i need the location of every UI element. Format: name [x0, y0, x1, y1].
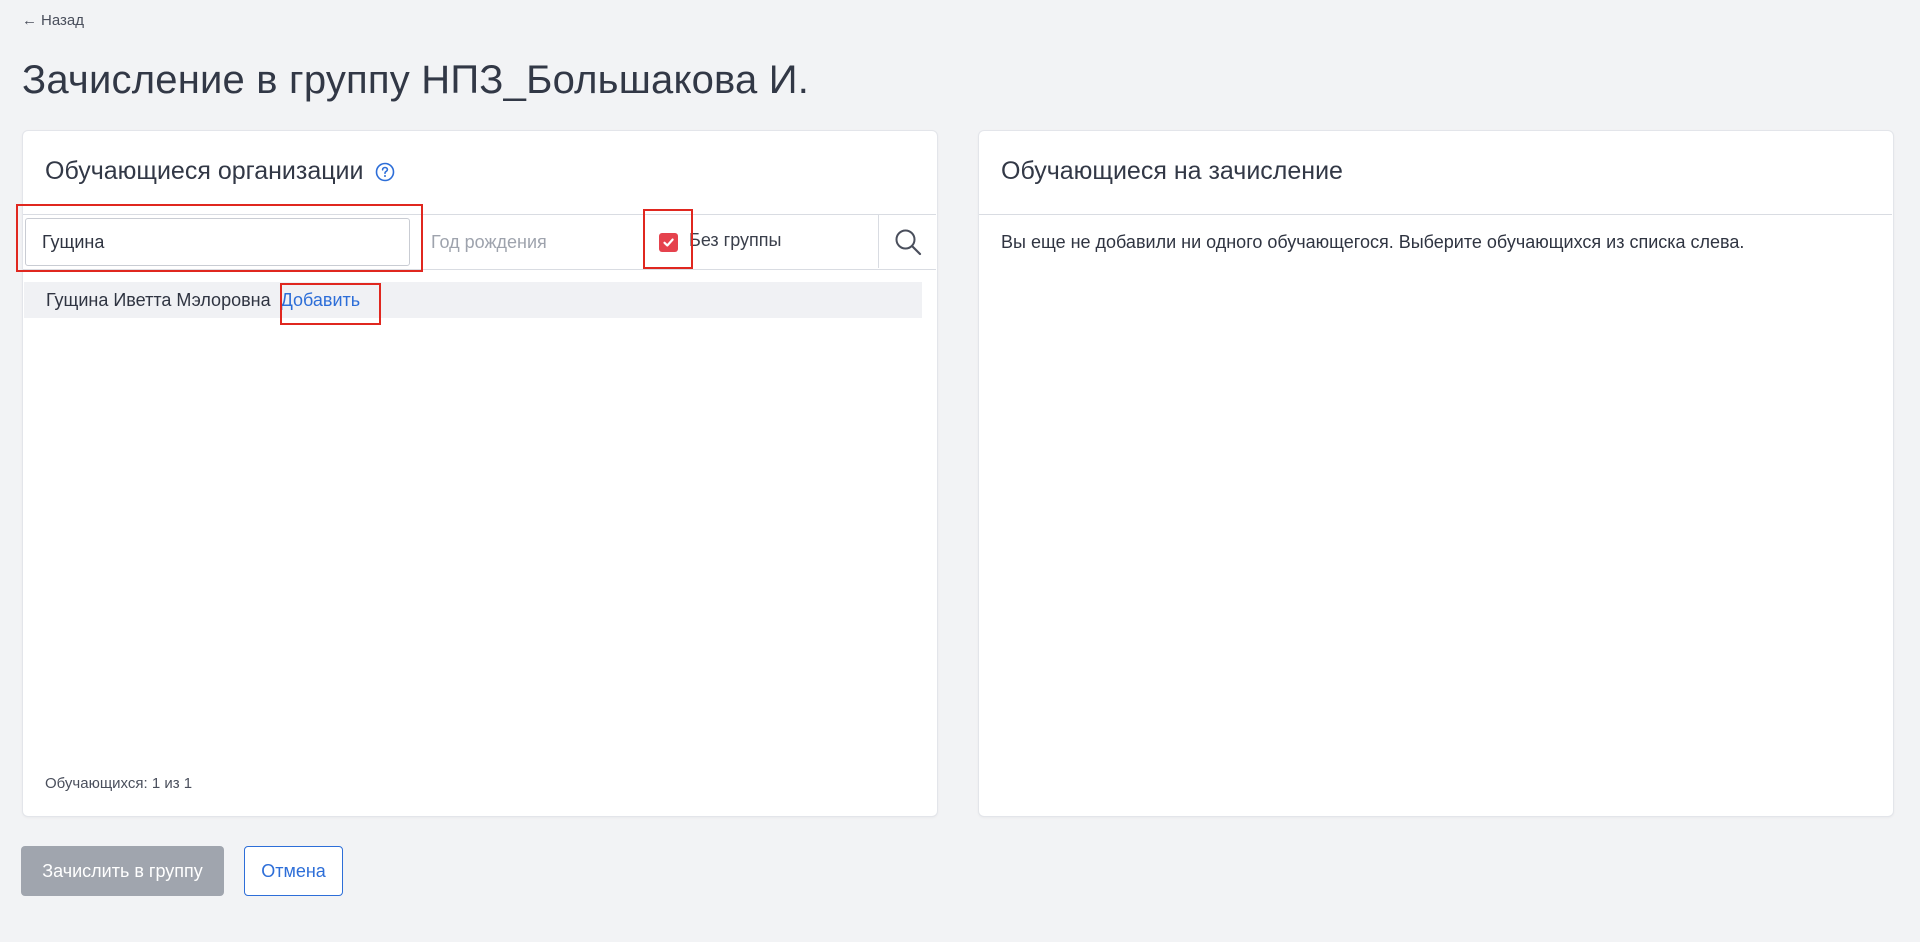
no-group-label: Без группы [689, 230, 782, 250]
search-icon [895, 229, 921, 255]
students-count: Обучающихся: 1 из 1 [45, 775, 193, 792]
name-search-input[interactable] [25, 218, 410, 266]
question-circle-icon[interactable] [375, 162, 395, 182]
enroll-button[interactable]: Зачислить в группу [21, 846, 224, 896]
left-panel-title: Обучающиеся организации [45, 157, 364, 185]
divider [979, 214, 1892, 215]
students-organization-panel: Обучающиеся организации Без группы Гущин… [22, 130, 938, 817]
student-name: Гущина Иветта Мэлоровна [46, 289, 271, 310]
no-group-checkbox[interactable] [659, 233, 678, 252]
search-button[interactable] [878, 215, 936, 268]
filter-bar: Без группы [23, 214, 936, 270]
right-panel-title: Обучающиеся на зачисление [1001, 157, 1343, 185]
page-title: Зачисление в группу НПЗ_Большакова И. [22, 58, 810, 102]
students-to-enroll-panel: Обучающиеся на зачисление Вы еще не доба… [978, 130, 1894, 817]
cancel-button[interactable]: Отмена [244, 846, 343, 896]
back-link[interactable]: ← Назад [22, 12, 84, 29]
right-panel-header: Обучающиеся на зачисление [1001, 157, 1343, 186]
birth-year-input[interactable] [423, 218, 643, 266]
list-item: Гущина Иветта Мэлоровна Добавить [24, 282, 922, 318]
add-student-link[interactable]: Добавить [281, 290, 361, 311]
arrow-left-icon: ← [22, 12, 37, 29]
checkmark-icon [663, 238, 674, 247]
back-label: Назад [41, 12, 84, 29]
empty-state-text: Вы еще не добавили ни одного обучающегос… [1001, 232, 1745, 252]
left-panel-header: Обучающиеся организации [45, 157, 395, 186]
